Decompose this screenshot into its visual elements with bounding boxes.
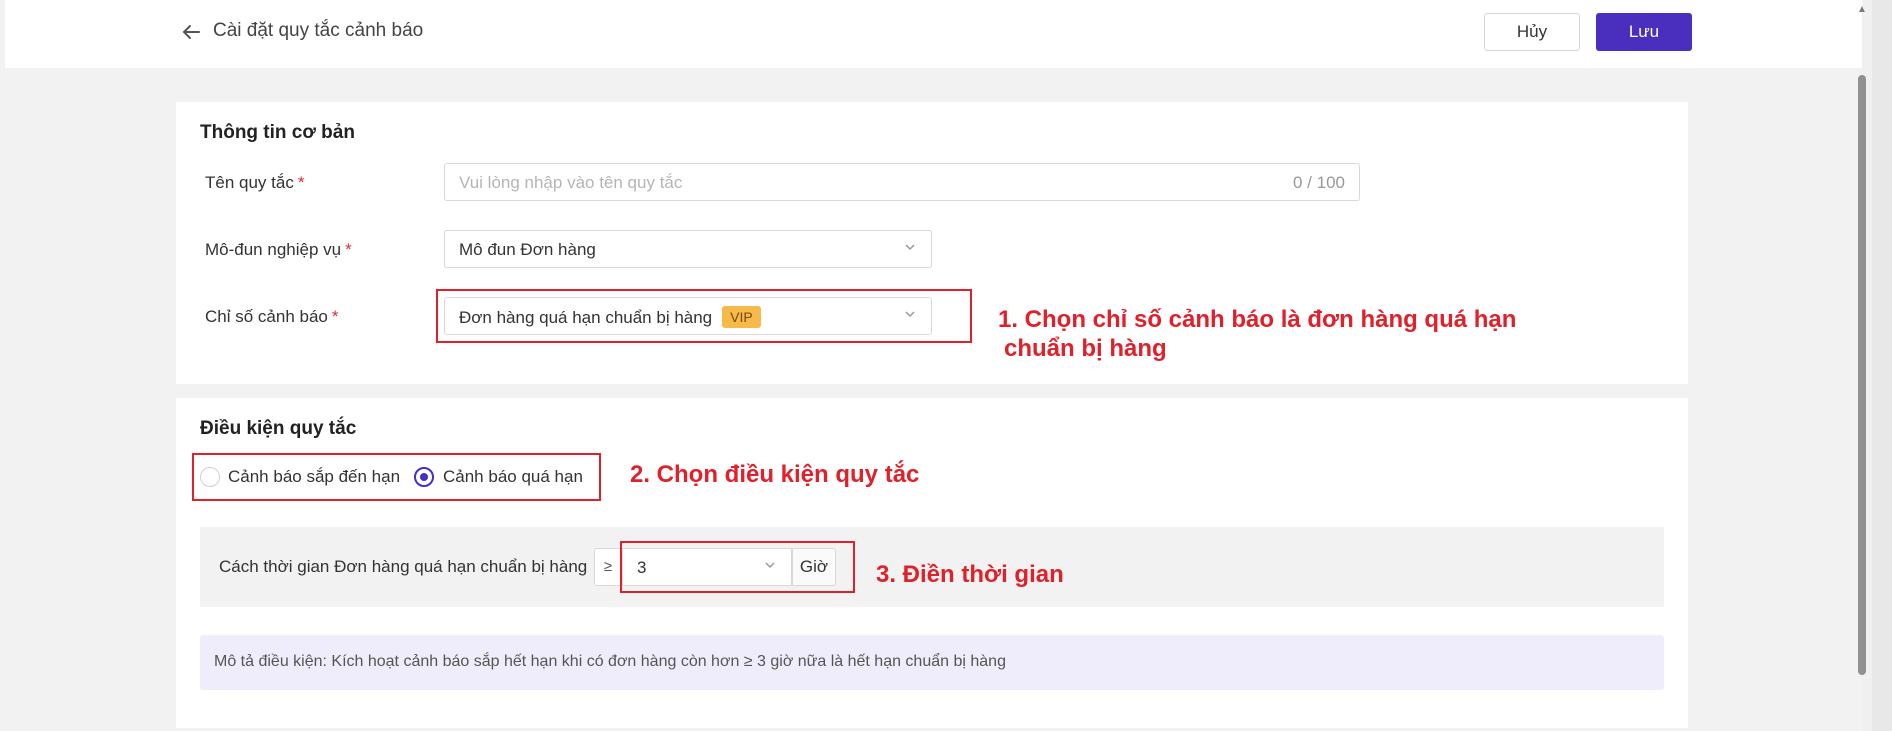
annotation-box-1 (436, 289, 972, 343)
annotation-box-3 (620, 541, 855, 593)
required-mark: * (297, 173, 305, 192)
rule-name-label: Tên quy tắc * (205, 173, 304, 193)
required-mark: * (331, 307, 339, 326)
scroll-up-arrow-icon[interactable]: ▲ (1857, 4, 1867, 15)
save-button[interactable]: Lưu (1596, 13, 1692, 51)
time-condition-label: Cách thời gian Đơn hàng quá hạn chuẩn bị… (219, 557, 588, 576)
annotation-step-2: 2. Chọn điều kiện quy tắc (630, 461, 920, 488)
module-select-value: Mô đun Đơn hàng (459, 240, 596, 259)
module-select[interactable]: Mô đun Đơn hàng (444, 230, 932, 268)
chevron-down-icon (903, 240, 919, 256)
rule-name-label-text: Tên quy tắc (205, 173, 294, 192)
condition-description-box: Mô tả điều kiện: Kích hoạt cảnh báo sắp … (200, 635, 1664, 690)
indicator-label-text: Chỉ số cảnh báo (205, 307, 328, 326)
annotation-step-3: 3. Điền thời gian (876, 561, 1064, 588)
window-edge (1872, 0, 1892, 731)
rule-name-placeholder: Vui lòng nhập vào tên quy tắc (459, 173, 683, 192)
annotation-step-1-line1: 1. Chọn chỉ số cảnh báo là đơn hàng quá … (998, 306, 1517, 333)
annotation-box-2 (192, 453, 601, 501)
page-title: Cài đặt quy tắc cảnh báo (213, 20, 424, 41)
rule-conditions-title: Điều kiện quy tắc (200, 418, 357, 439)
module-label-text: Mô-đun nghiệp vụ (205, 240, 342, 259)
back-arrow-icon[interactable] (180, 21, 202, 43)
condition-description: Mô tả điều kiện: Kích hoạt cảnh báo sắp … (214, 653, 1006, 670)
scrollbar-thumb[interactable] (1858, 75, 1866, 675)
rule-name-input[interactable]: Vui lòng nhập vào tên quy tắc 0 / 100 (444, 163, 1360, 201)
basic-info-title: Thông tin cơ bản (200, 122, 355, 143)
char-counter: 0 / 100 (1293, 173, 1345, 192)
operator-display: ≥ (594, 548, 622, 586)
module-label: Mô-đun nghiệp vụ * (205, 240, 352, 260)
cancel-button[interactable]: Hủy (1484, 13, 1580, 51)
required-mark: * (345, 240, 352, 259)
annotation-step-1: 1. Chọn chỉ số cảnh báo là đơn hàng quá … (998, 305, 1516, 363)
indicator-label: Chỉ số cảnh báo * (205, 307, 339, 327)
annotation-step-1-line2: chuẩn bị hàng (1004, 335, 1167, 362)
